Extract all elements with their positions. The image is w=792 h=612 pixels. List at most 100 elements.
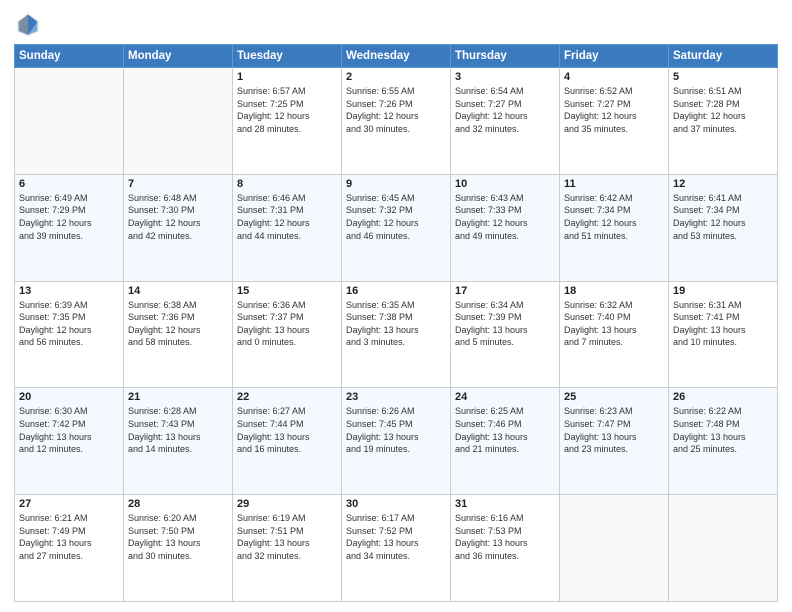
day-number: 13 [19,285,119,297]
day-number: 17 [455,285,555,297]
day-info: Sunrise: 6:25 AM Sunset: 7:46 PM Dayligh… [455,405,555,455]
day-info: Sunrise: 6:55 AM Sunset: 7:26 PM Dayligh… [346,85,446,135]
day-number: 11 [564,178,664,190]
calendar-cell: 11 Sunrise: 6:42 AM Sunset: 7:34 PM Dayli… [560,174,669,281]
logo [14,10,46,38]
day-number: 27 [19,498,119,510]
calendar-cell [15,68,124,175]
calendar-cell: 12 Sunrise: 6:41 AM Sunset: 7:34 PM Dayli… [669,174,778,281]
calendar-week-3: 13 Sunrise: 6:39 AM Sunset: 7:35 PM Dayli… [15,281,778,388]
col-header-sunday: Sunday [15,45,124,68]
day-info: Sunrise: 6:19 AM Sunset: 7:51 PM Dayligh… [237,512,337,562]
day-info: Sunrise: 6:16 AM Sunset: 7:53 PM Dayligh… [455,512,555,562]
calendar-cell: 8Sunrise: 6:46 AM Sunset: 7:31 PM Daylig… [233,174,342,281]
day-info: Sunrise: 6:28 AM Sunset: 7:43 PM Dayligh… [128,405,228,455]
day-info: Sunrise: 6:23 AM Sunset: 7:47 PM Dayligh… [564,405,664,455]
day-info: Sunrise: 6:30 AM Sunset: 7:42 PM Dayligh… [19,405,119,455]
calendar-cell: 7 Sunrise: 6:48 AM Sunset: 7:30 PM Daylig… [124,174,233,281]
col-header-tuesday: Tuesday [233,45,342,68]
calendar-cell: 21 Sunrise: 6:28 AM Sunset: 7:43 PM Dayli… [124,388,233,495]
calendar-cell: 18Sunrise: 6:32 AM Sunset: 7:40 PM Dayli… [560,281,669,388]
day-info: Sunrise: 6:51 AM Sunset: 7:28 PM Dayligh… [673,85,773,135]
day-info: Sunrise: 6:17 AM Sunset: 7:52 PM Dayligh… [346,512,446,562]
day-info: Sunrise: 6:21 AM Sunset: 7:49 PM Dayligh… [19,512,119,562]
day-info: Sunrise: 6:48 AM Sunset: 7:30 PM Dayligh… [128,192,228,242]
day-number: 7 [128,178,228,190]
calendar-cell: 15 Sunrise: 6:36 AM Sunset: 7:37 PM Dayli… [233,281,342,388]
calendar-cell: 28 Sunrise: 6:20 AM Sunset: 7:50 PM Dayli… [124,495,233,602]
day-number: 28 [128,498,228,510]
day-info: Sunrise: 6:35 AM Sunset: 7:38 PM Dayligh… [346,299,446,349]
day-info: Sunrise: 6:52 AM Sunset: 7:27 PM Dayligh… [564,85,664,135]
day-number: 16 [346,285,446,297]
calendar-cell: 22Sunrise: 6:27 AM Sunset: 7:44 PM Dayli… [233,388,342,495]
day-info: Sunrise: 6:34 AM Sunset: 7:39 PM Dayligh… [455,299,555,349]
day-number: 12 [673,178,773,190]
calendar-cell: 6 Sunrise: 6:49 AM Sunset: 7:29 PM Daylig… [15,174,124,281]
day-number: 10 [455,178,555,190]
day-number: 2 [346,71,446,83]
calendar-cell: 13 Sunrise: 6:39 AM Sunset: 7:35 PM Dayli… [15,281,124,388]
day-number: 29 [237,498,337,510]
calendar-week-5: 27 Sunrise: 6:21 AM Sunset: 7:49 PM Dayli… [15,495,778,602]
day-info: Sunrise: 6:27 AM Sunset: 7:44 PM Dayligh… [237,405,337,455]
day-number: 14 [128,285,228,297]
calendar-cell: 16 Sunrise: 6:35 AM Sunset: 7:38 PM Dayli… [342,281,451,388]
day-info: Sunrise: 6:41 AM Sunset: 7:34 PM Dayligh… [673,192,773,242]
calendar-cell: 31 Sunrise: 6:16 AM Sunset: 7:53 PM Dayli… [451,495,560,602]
day-number: 8 [237,178,337,190]
calendar-cell [124,68,233,175]
calendar-cell: 19Sunrise: 6:31 AM Sunset: 7:41 PM Dayli… [669,281,778,388]
calendar-cell: 24Sunrise: 6:25 AM Sunset: 7:46 PM Dayli… [451,388,560,495]
calendar-cell [560,495,669,602]
calendar-table: SundayMondayTuesdayWednesdayThursdayFrid… [14,44,778,602]
calendar-cell: 29 Sunrise: 6:19 AM Sunset: 7:51 PM Dayli… [233,495,342,602]
calendar-cell: 17 Sunrise: 6:34 AM Sunset: 7:39 PM Dayli… [451,281,560,388]
calendar-cell: 20 Sunrise: 6:30 AM Sunset: 7:42 PM Dayli… [15,388,124,495]
day-number: 9 [346,178,446,190]
calendar-cell: 23 Sunrise: 6:26 AM Sunset: 7:45 PM Dayli… [342,388,451,495]
calendar-cell: 4Sunrise: 6:52 AM Sunset: 7:27 PM Daylig… [560,68,669,175]
day-number: 6 [19,178,119,190]
day-info: Sunrise: 6:20 AM Sunset: 7:50 PM Dayligh… [128,512,228,562]
day-number: 30 [346,498,446,510]
day-info: Sunrise: 6:32 AM Sunset: 7:40 PM Dayligh… [564,299,664,349]
calendar-cell: 1 Sunrise: 6:57 AM Sunset: 7:25 PM Daylig… [233,68,342,175]
day-info: Sunrise: 6:57 AM Sunset: 7:25 PM Dayligh… [237,85,337,135]
col-header-saturday: Saturday [669,45,778,68]
day-info: Sunrise: 6:49 AM Sunset: 7:29 PM Dayligh… [19,192,119,242]
day-info: Sunrise: 6:38 AM Sunset: 7:36 PM Dayligh… [128,299,228,349]
calendar-cell: 27 Sunrise: 6:21 AM Sunset: 7:49 PM Dayli… [15,495,124,602]
day-info: Sunrise: 6:36 AM Sunset: 7:37 PM Dayligh… [237,299,337,349]
calendar-cell: 25 Sunrise: 6:23 AM Sunset: 7:47 PM Dayli… [560,388,669,495]
calendar-cell: 2 Sunrise: 6:55 AM Sunset: 7:26 PM Daylig… [342,68,451,175]
logo-icon [14,10,42,38]
day-info: Sunrise: 6:39 AM Sunset: 7:35 PM Dayligh… [19,299,119,349]
col-header-monday: Monday [124,45,233,68]
day-number: 3 [455,71,555,83]
day-number: 25 [564,391,664,403]
calendar-cell: 3Sunrise: 6:54 AM Sunset: 7:27 PM Daylig… [451,68,560,175]
calendar-header-row: SundayMondayTuesdayWednesdayThursdayFrid… [15,45,778,68]
day-number: 15 [237,285,337,297]
calendar-cell: 5Sunrise: 6:51 AM Sunset: 7:28 PM Daylig… [669,68,778,175]
calendar-week-4: 20 Sunrise: 6:30 AM Sunset: 7:42 PM Dayli… [15,388,778,495]
day-info: Sunrise: 6:45 AM Sunset: 7:32 PM Dayligh… [346,192,446,242]
day-info: Sunrise: 6:22 AM Sunset: 7:48 PM Dayligh… [673,405,773,455]
day-number: 26 [673,391,773,403]
day-info: Sunrise: 6:42 AM Sunset: 7:34 PM Dayligh… [564,192,664,242]
day-info: Sunrise: 6:26 AM Sunset: 7:45 PM Dayligh… [346,405,446,455]
page: SundayMondayTuesdayWednesdayThursdayFrid… [0,0,792,612]
day-number: 23 [346,391,446,403]
day-number: 21 [128,391,228,403]
day-number: 20 [19,391,119,403]
day-number: 31 [455,498,555,510]
calendar-cell: 30 Sunrise: 6:17 AM Sunset: 7:52 PM Dayli… [342,495,451,602]
day-number: 1 [237,71,337,83]
calendar-cell: 14 Sunrise: 6:38 AM Sunset: 7:36 PM Dayli… [124,281,233,388]
col-header-thursday: Thursday [451,45,560,68]
calendar-week-1: 1 Sunrise: 6:57 AM Sunset: 7:25 PM Daylig… [15,68,778,175]
day-number: 19 [673,285,773,297]
calendar-week-2: 6 Sunrise: 6:49 AM Sunset: 7:29 PM Daylig… [15,174,778,281]
calendar-cell: 9 Sunrise: 6:45 AM Sunset: 7:32 PM Daylig… [342,174,451,281]
